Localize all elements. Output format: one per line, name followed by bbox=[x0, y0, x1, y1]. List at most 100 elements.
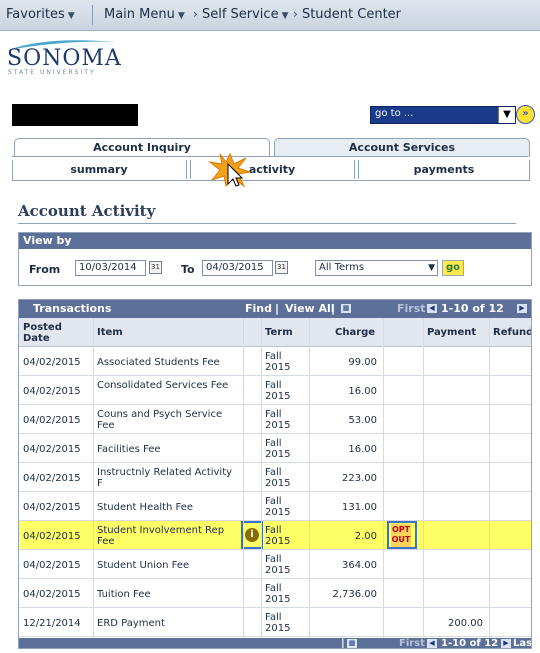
download-grid-icon[interactable]: ▦ bbox=[341, 304, 351, 313]
click-highlight-icon bbox=[208, 152, 251, 188]
column-headers: Posted Date Item Term Charge Payment Ref… bbox=[19, 318, 531, 347]
posted-date-cell: 04/02/2015 bbox=[23, 560, 81, 571]
subtab-payments[interactable]: payments bbox=[360, 161, 528, 179]
col-payment: Payment bbox=[427, 327, 477, 338]
subtab-divider bbox=[186, 160, 191, 179]
breadcrumb-student-center[interactable]: › Student Center bbox=[293, 7, 401, 22]
go-button[interactable]: go bbox=[442, 260, 464, 276]
calendar-icon[interactable]: 31 bbox=[275, 261, 288, 274]
to-label: To bbox=[181, 263, 195, 276]
term-cell: Fall 2015 bbox=[265, 467, 291, 489]
posted-date-cell: 04/02/2015 bbox=[23, 444, 81, 455]
col-charge: Charge bbox=[335, 327, 376, 338]
term-cell: Fall 2015 bbox=[265, 583, 291, 605]
next-arrow-icon[interactable]: ▶ bbox=[501, 639, 511, 648]
tab-divider bbox=[12, 156, 528, 157]
divider-bar: | bbox=[341, 638, 345, 649]
chevron-down-icon: ▼ bbox=[67, 11, 75, 21]
item-cell: ERD Payment bbox=[97, 618, 165, 629]
download-grid-icon[interactable]: ▦ bbox=[347, 639, 357, 648]
goto-go-button[interactable]: » bbox=[516, 105, 535, 124]
col-divider bbox=[383, 318, 384, 638]
table-row: 04/02/2015 Instructnly Related Activity F… bbox=[19, 463, 531, 492]
col-divider bbox=[93, 318, 94, 638]
col-divider bbox=[261, 318, 262, 638]
to-date-input[interactable]: 04/03/2015 bbox=[202, 260, 273, 276]
col-divider bbox=[489, 318, 490, 638]
table-row: 04/02/2015 Consolidated Services Fee Fall … bbox=[19, 376, 531, 405]
posted-date-cell: 04/02/2015 bbox=[23, 386, 81, 397]
subtab-divider bbox=[354, 160, 359, 179]
last-link[interactable]: Last bbox=[513, 638, 531, 648]
term-cell: Fall 2015 bbox=[265, 612, 291, 634]
top-nav-bar: Favorites ▼ Main Menu ▼ › Self Service ▼ › … bbox=[0, 0, 540, 31]
goto-label: go to ... bbox=[375, 108, 414, 119]
prev-arrow-icon: ◀ bbox=[427, 639, 437, 648]
subtab-summary[interactable]: summary bbox=[14, 161, 184, 179]
posted-date-cell: 04/02/2015 bbox=[23, 415, 81, 426]
calendar-icon[interactable]: 31 bbox=[149, 261, 162, 274]
from-date-input[interactable]: 10/03/2014 bbox=[75, 260, 146, 276]
first-link: First bbox=[397, 302, 426, 315]
charge-cell: 364.00 bbox=[342, 560, 377, 571]
term-select[interactable]: All Terms ▼ bbox=[315, 260, 438, 276]
table-row: 04/02/2015 Facilities Fee Fall 2015 16.00 bbox=[19, 434, 531, 463]
logo-subtitle: STATE UNIVERSITY bbox=[8, 69, 96, 76]
redacted-name-bar bbox=[12, 104, 138, 126]
tab-account-services[interactable]: Account Services bbox=[274, 138, 530, 157]
view-by-header: View by bbox=[19, 233, 531, 249]
main-menu-label: Main Menu bbox=[104, 7, 175, 22]
table-row: 12/21/2014 ERD Payment Fall 2015 200.00 bbox=[19, 608, 531, 637]
item-cell: Couns and Psych Service Fee bbox=[97, 409, 223, 431]
posted-date-cell: 04/02/2015 bbox=[23, 502, 81, 513]
view-all-link[interactable]: View All bbox=[285, 300, 335, 318]
item-cell: Instructnly Related Activity F bbox=[97, 467, 233, 489]
view-by-label: View by bbox=[23, 234, 72, 247]
term-cell: Fall 2015 bbox=[265, 496, 291, 518]
chevron-right-icon: › bbox=[293, 7, 298, 21]
item-cell: Facilities Fee bbox=[97, 444, 161, 455]
item-cell: Student Involvement Rep Fee bbox=[97, 525, 225, 547]
nav-divider bbox=[92, 5, 93, 25]
item-cell: Student Union Fee bbox=[97, 560, 190, 571]
col-refund: Refund bbox=[493, 327, 532, 338]
chevron-down-icon: ▼ bbox=[177, 11, 185, 21]
range-label: 1-10 of 12 bbox=[441, 302, 504, 315]
transactions-table: Transactions Find | View All | ▦ First ◀… bbox=[18, 299, 532, 649]
term-cell: Fall 2015 bbox=[265, 351, 291, 373]
chevron-down-icon: ▼ bbox=[428, 263, 435, 273]
charge-cell: 53.00 bbox=[348, 415, 377, 426]
col-divider bbox=[309, 318, 310, 638]
term-select-value: All Terms bbox=[319, 262, 365, 273]
title-underline bbox=[18, 223, 516, 224]
charge-cell: 99.00 bbox=[348, 357, 377, 368]
charge-cell: 2.00 bbox=[354, 531, 377, 542]
chevron-down-icon: ▼ bbox=[281, 11, 289, 21]
col-posted-date: Posted Date bbox=[23, 322, 62, 344]
logo-name: SONOMA bbox=[7, 46, 122, 71]
term-cell: Fall 2015 bbox=[265, 438, 291, 460]
transactions-title: Transactions bbox=[33, 302, 112, 315]
charge-cell: 131.00 bbox=[342, 502, 377, 513]
charge-cell: 16.00 bbox=[348, 386, 377, 397]
divider-bar: | bbox=[275, 302, 280, 315]
charge-cell: 2,736.00 bbox=[332, 589, 377, 600]
posted-date-cell: 04/02/2015 bbox=[23, 531, 81, 542]
from-label: From bbox=[29, 263, 61, 276]
term-cell: Fall 2015 bbox=[265, 554, 291, 576]
favorites-menu[interactable]: Favorites ▼ bbox=[6, 7, 75, 22]
table-row: 04/02/2015 Couns and Psych Service Fee Fal… bbox=[19, 405, 531, 434]
term-cell: Fall 2015 bbox=[265, 380, 291, 402]
table-footer: | ▦ First ◀ 1-10 of 12 ▶ Last bbox=[19, 638, 531, 649]
goto-select[interactable]: go to ... ▼ bbox=[370, 106, 516, 124]
main-menu[interactable]: Main Menu ▼ bbox=[104, 7, 185, 22]
student-center-label: Student Center bbox=[301, 7, 402, 22]
find-link[interactable]: Find bbox=[245, 300, 272, 318]
item-cell: Tuition Fee bbox=[97, 589, 151, 600]
highlight-box bbox=[387, 521, 417, 549]
payment-cell: 200.00 bbox=[448, 618, 483, 629]
next-arrow-icon[interactable]: ▶ bbox=[517, 304, 527, 313]
chevron-down-icon: ▼ bbox=[498, 107, 515, 123]
table-row: 04/02/2015 Student Union Fee Fall 2015 364.… bbox=[19, 550, 531, 579]
breadcrumb-self-service[interactable]: › Self Service ▼ bbox=[193, 7, 289, 22]
